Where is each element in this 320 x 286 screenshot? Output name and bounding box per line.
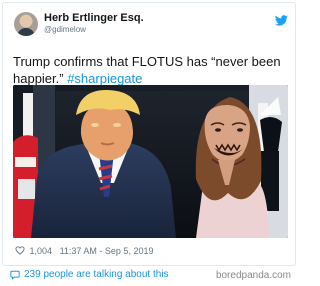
source-watermark: boredpanda.com — [215, 270, 291, 281]
tweet-photo[interactable] — [13, 85, 288, 238]
talking-about-link[interactable]: 239 people are talking about this — [24, 268, 169, 282]
twitter-bird-icon[interactable] — [275, 15, 288, 26]
hashtag-link[interactable]: #sharpiegate — [67, 71, 142, 86]
card-footer: 239 people are talking about this boredp… — [10, 268, 297, 284]
likes-count[interactable]: 1,004 — [30, 246, 53, 256]
tweet-text: Trump confirms that FLOTUS has “never be… — [13, 53, 288, 87]
tweet-meta: 1,004 11:37 AM - Sep 5, 2019 — [15, 246, 153, 258]
tweet-timestamp[interactable]: 11:37 AM - Sep 5, 2019 — [60, 246, 154, 256]
avatar[interactable] — [14, 12, 38, 36]
user-name[interactable]: Herb Ertlinger Esq. — [44, 12, 144, 24]
photo-scene — [13, 85, 288, 238]
heart-icon[interactable] — [15, 246, 25, 255]
tweet-card: Herb Ertlinger Esq. @gdimelow Trump conf… — [2, 2, 296, 266]
user-handle[interactable]: @gdimelow — [44, 25, 86, 34]
tweet-body: Trump confirms that FLOTUS has “never be… — [13, 54, 281, 86]
chat-bubble-icon[interactable] — [10, 270, 20, 280]
